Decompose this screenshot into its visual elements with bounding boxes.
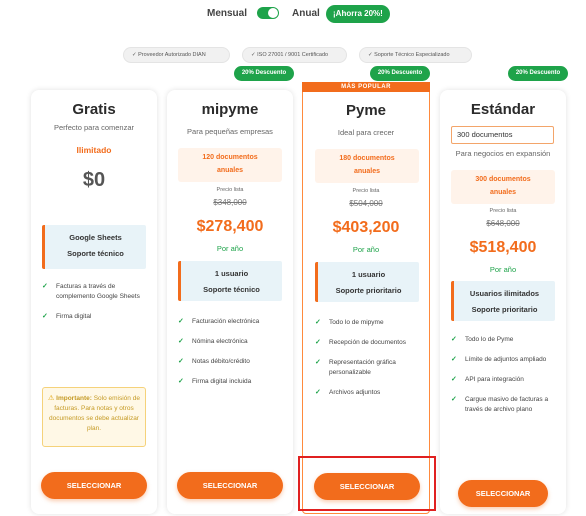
plan-subtitle: Perfecto para comenzar xyxy=(53,123,135,132)
support-line-2: Soporte prioritario xyxy=(335,286,402,295)
check-icon: ✓ xyxy=(178,358,184,365)
select-button-mipyme[interactable]: SELECCIONAR xyxy=(177,472,283,499)
warning-icon: ⚠ xyxy=(48,395,55,402)
docs-quota-box: 120 documentos anuales xyxy=(178,148,282,182)
plan-docs-unlimited: Ilimitado xyxy=(76,145,112,155)
check-icon: ✓ xyxy=(315,359,321,366)
support-line-1: Google Sheets xyxy=(69,233,122,242)
support-line-2: Soporte técnico xyxy=(67,249,124,258)
annual-label[interactable]: Anual xyxy=(292,8,320,19)
list-price-label: Precio lista xyxy=(352,188,380,194)
support-box: 1 usuario Soporte prioritario xyxy=(315,262,419,302)
plan-subtitle: Ideal para crecer xyxy=(337,128,395,137)
check-icon: ✓ xyxy=(178,318,184,325)
select-button-estandar[interactable]: SELECCIONAR xyxy=(458,480,548,507)
highlight-frame xyxy=(298,456,436,511)
list-price: $504,000 xyxy=(349,199,383,208)
support-line-2: Soporte prioritario xyxy=(471,305,538,314)
cert-badge-iso: ✓ ISO 27001 / 9001 Certificado xyxy=(242,47,347,63)
check-icon: ✓ xyxy=(42,283,48,290)
important-title: Importante: xyxy=(56,395,92,402)
feature-item: ✓ API para integración xyxy=(451,376,524,383)
discount-badge-estandar: 20% Descuento xyxy=(508,66,568,81)
price-period: Por año xyxy=(216,244,244,253)
support-box: Usuarios ilimitados Soporte prioritario xyxy=(451,281,555,321)
feature-item: ✓ Archivos adjuntos xyxy=(315,389,381,396)
feature-item: ✓ Cargue masivo de facturas a través de a… xyxy=(451,396,549,413)
plan-name: mipyme xyxy=(201,101,259,118)
discount-badge-pyme: 20% Descuento xyxy=(370,66,430,81)
feature-item: ✓ Todo lo de mipyme xyxy=(315,319,384,326)
popular-ribbon: MÁS POPULAR xyxy=(302,82,430,92)
feature-item: ✓ Firma digital incluida xyxy=(178,378,252,385)
plan-price: $403,200 xyxy=(332,219,400,236)
plan-name: Estándar xyxy=(470,101,536,118)
check-icon: ✓ xyxy=(451,356,457,363)
plan-card-pyme: MÁS POPULAR Pyme Ideal para crecer 180 d… xyxy=(302,82,430,514)
important-notice: ⚠ Importante: Solo emisión de facturas. … xyxy=(42,387,146,447)
support-line-2: Soporte técnico xyxy=(203,285,260,294)
support-line-1: 1 usuario xyxy=(214,269,249,278)
check-icon: ✓ xyxy=(178,378,184,385)
plan-price: $518,400 xyxy=(469,239,537,256)
feature-item: ✓ Facturación electrónica xyxy=(178,318,260,325)
feature-list: ✓ Todo lo de Pyme ✓ Límite de adjuntos amp… xyxy=(449,335,561,425)
plan-card-estandar: Estándar 300 documentos Para negocios en… xyxy=(440,90,566,514)
check-icon: ✓ xyxy=(315,319,321,326)
feature-item: ✓ Todo lo de Pyme xyxy=(451,336,514,343)
plan-name: Pyme xyxy=(345,102,387,119)
support-box: Google Sheets Soporte técnico xyxy=(42,225,146,269)
check-icon: ✓ xyxy=(315,339,321,346)
feature-item: ✓ Notas débito/crédito xyxy=(178,358,250,365)
feature-item: ✓ Facturas a través de complemento Google… xyxy=(42,283,140,300)
monthly-label[interactable]: Mensual xyxy=(207,8,247,19)
toggle-knob xyxy=(268,8,278,18)
plan-subtitle: Para pequeñas empresas xyxy=(187,127,273,136)
docs-quota-box: 300 documentos anuales xyxy=(451,170,555,204)
support-line-1: 1 usuario xyxy=(351,270,386,279)
price-period: Por año xyxy=(352,245,380,254)
check-icon: ✓ xyxy=(42,313,48,320)
billing-toggle-row: Mensual Anual ¡Ahorra 20%! xyxy=(0,3,586,23)
feature-list: ✓ Todo lo de mipyme ✓ Recepción de documen… xyxy=(313,318,425,408)
discount-badge-mipyme: 20% Descuento xyxy=(234,66,294,81)
plan-card-mipyme: mipyme Para pequeñas empresas 120 docume… xyxy=(167,90,293,514)
check-icon: ✓ xyxy=(315,389,321,396)
list-price: $348,000 xyxy=(213,198,247,207)
select-button-gratis[interactable]: SELECCIONAR xyxy=(41,472,147,499)
support-box: 1 usuario Soporte técnico xyxy=(178,261,282,301)
docs-quantity-select[interactable]: 300 documentos xyxy=(451,126,554,144)
plan-price: $278,400 xyxy=(196,218,264,235)
feature-item: ✓ Firma digital xyxy=(42,313,92,320)
check-icon: ✓ xyxy=(451,376,457,383)
plan-card-gratis: Gratis Perfecto para comenzar Ilimitado … xyxy=(31,90,157,514)
cert-badge-dian: ✓ Proveedor Autorizado DIAN xyxy=(123,47,230,63)
feature-item: ✓ Nómina electrónica xyxy=(178,338,248,345)
check-icon: ✓ xyxy=(178,338,184,345)
list-price-label: Precio lista xyxy=(489,208,517,214)
feature-list: ✓ Facturación electrónica ✓ Nómina electró… xyxy=(176,317,286,397)
check-icon: ✓ xyxy=(451,396,457,403)
plan-name: Gratis xyxy=(72,101,116,118)
billing-toggle-switch[interactable] xyxy=(257,7,279,19)
save-badge: ¡Ahorra 20%! xyxy=(326,5,390,23)
feature-item: ✓ Límite de adjuntos ampliado xyxy=(451,356,547,363)
feature-item: ✓ Representación gráfica personalizable xyxy=(315,359,396,376)
feature-list: ✓ Facturas a través de complemento Google… xyxy=(40,282,150,332)
list-price-label: Precio lista xyxy=(216,187,244,193)
support-line-1: Usuarios ilimitados xyxy=(469,289,540,298)
plan-subtitle: Para negocios en expansión xyxy=(455,149,551,158)
feature-item: ✓ Recepción de documentos xyxy=(315,339,406,346)
price-period: Por año xyxy=(489,265,517,274)
plan-price: $0 xyxy=(82,169,106,191)
list-price: $648,000 xyxy=(486,219,520,228)
check-icon: ✓ xyxy=(451,336,457,343)
docs-quota-box: 180 documentos anuales xyxy=(315,149,419,183)
cert-badge-support: ✓ Soporte Técnico Especializado xyxy=(359,47,472,63)
